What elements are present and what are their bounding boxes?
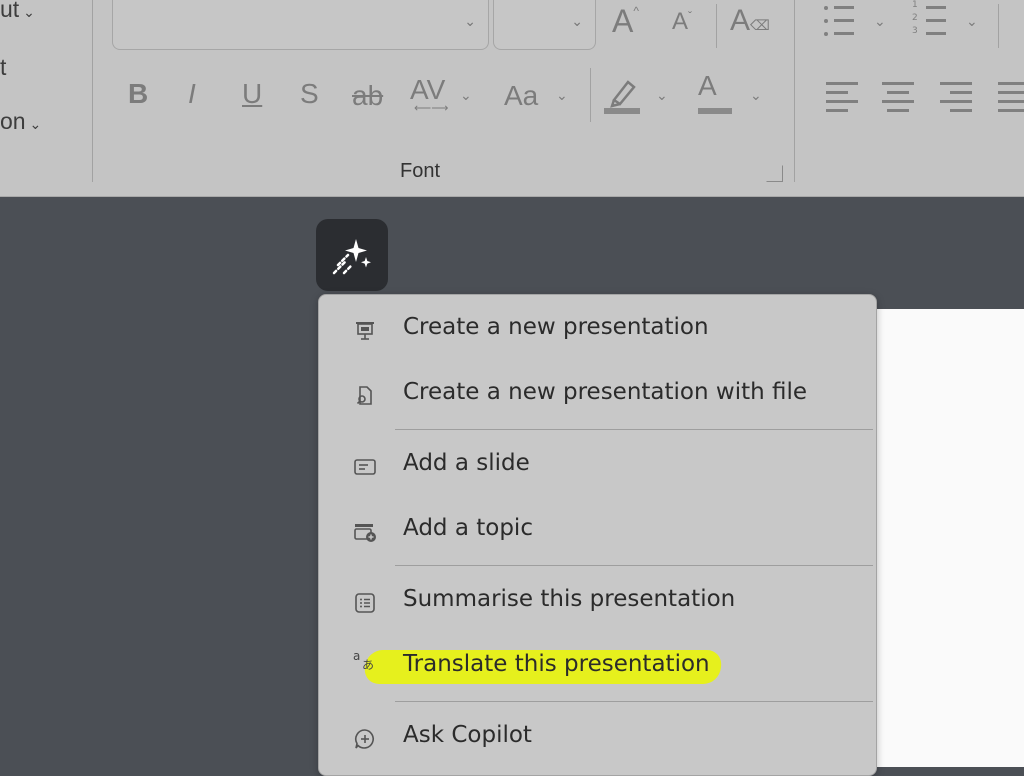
translate-icon: a あ: [353, 649, 374, 672]
highlight-color-button[interactable]: [604, 74, 640, 119]
menu-separator: [395, 429, 873, 430]
menu-item-create-presentation-with-file[interactable]: Create a new presentation with file: [319, 366, 876, 422]
change-case-button[interactable]: Aa: [504, 82, 538, 110]
chevron-down-icon[interactable]: ⌄: [966, 14, 978, 30]
chat-add-icon: [354, 729, 374, 749]
slide-icon: [354, 459, 376, 475]
svg-text:あ: あ: [362, 658, 374, 672]
font-color-button[interactable]: A: [698, 72, 732, 114]
align-right-icon[interactable]: [940, 82, 972, 118]
align-left-icon[interactable]: [826, 82, 858, 118]
strikethrough-button[interactable]: ab: [352, 82, 383, 110]
bullets-icon[interactable]: [820, 4, 854, 38]
chevron-down-icon[interactable]: ⌄: [874, 14, 886, 30]
menu-item-ask-copilot[interactable]: Ask Copilot: [319, 709, 876, 765]
file-search-icon: [356, 386, 372, 405]
menu-item-translate[interactable]: a あ Translate this presentation: [319, 638, 876, 694]
svg-text:a: a: [353, 649, 360, 663]
underline-button[interactable]: U: [242, 80, 262, 108]
chevron-down-icon[interactable]: ⌄: [460, 88, 472, 104]
menu-separator: [395, 565, 873, 566]
ribbon-separator: [590, 68, 591, 122]
summary-icon: [355, 593, 375, 613]
font-size-combo[interactable]: ⌄: [493, 0, 596, 50]
clear-formatting-icon[interactable]: A⌫: [730, 6, 770, 36]
font-name-combo[interactable]: ⌄: [112, 0, 489, 50]
slide-canvas[interactable]: [876, 309, 1024, 767]
menu-item-label: Ask Copilot: [403, 722, 532, 748]
highlighter-icon: [604, 80, 640, 114]
menu-item-label: Add a slide: [403, 450, 530, 476]
menu-item-add-topic[interactable]: Add a topic: [319, 502, 876, 558]
character-spacing-button[interactable]: AV ⟵⟶: [410, 76, 448, 115]
ribbon-separator: [794, 0, 795, 182]
justify-icon[interactable]: [998, 82, 1024, 118]
ribbon-separator: [998, 4, 999, 48]
chevron-down-icon: ⌄: [464, 14, 476, 30]
menu-item-label: Add a topic: [403, 515, 533, 541]
chevron-down-icon[interactable]: ⌄: [556, 88, 568, 104]
menu-item-summarise[interactable]: Summarise this presentation: [319, 573, 876, 629]
ribbon-separator: [92, 0, 93, 182]
chevron-down-icon[interactable]: ⌄: [750, 88, 762, 104]
menu-item-create-presentation[interactable]: Create a new presentation: [319, 301, 876, 357]
copilot-menu: Create a new presentation Create a new p…: [318, 294, 877, 776]
copilot-sparkle-icon: [332, 239, 371, 275]
align-center-icon[interactable]: [882, 82, 914, 118]
numbering-icon[interactable]: 1 2 3: [912, 0, 946, 38]
menu-separator: [395, 701, 873, 702]
chevron-down-icon: ⌄: [571, 14, 583, 30]
menu-item-label: Summarise this presentation: [403, 586, 736, 612]
chevron-down-icon[interactable]: ⌄: [656, 88, 668, 104]
menu-item-label: Translate this presentation: [403, 651, 710, 677]
font-dialog-launcher[interactable]: [766, 165, 783, 182]
menu-item-label: Create a new presentation: [403, 314, 709, 340]
ribbon: ut ⌄ t on ⌄ ⌄ ⌄ A^ Aˇ A⌫ B I U S ab AV ⟵⟶…: [0, 0, 1024, 197]
menu-item-label: Create a new presentation with file: [403, 379, 808, 405]
grow-font-button[interactable]: A^: [612, 5, 639, 37]
italic-button[interactable]: I: [188, 80, 196, 108]
bold-button[interactable]: B: [128, 80, 148, 108]
menu-item-add-slide[interactable]: Add a slide: [319, 437, 876, 493]
shadow-button[interactable]: S: [300, 80, 319, 108]
ribbon-left-fragment-1[interactable]: ut ⌄: [0, 0, 35, 23]
font-group-label: Font: [400, 160, 441, 182]
ribbon-left-fragment-3[interactable]: on ⌄: [0, 108, 41, 135]
presentation-icon: [356, 322, 374, 340]
ribbon-separator: [716, 4, 717, 48]
topic-add-icon: [354, 524, 376, 542]
ribbon-left-fragment-2[interactable]: t: [0, 54, 6, 81]
copilot-button[interactable]: [316, 219, 388, 291]
shrink-font-button[interactable]: Aˇ: [672, 10, 692, 34]
